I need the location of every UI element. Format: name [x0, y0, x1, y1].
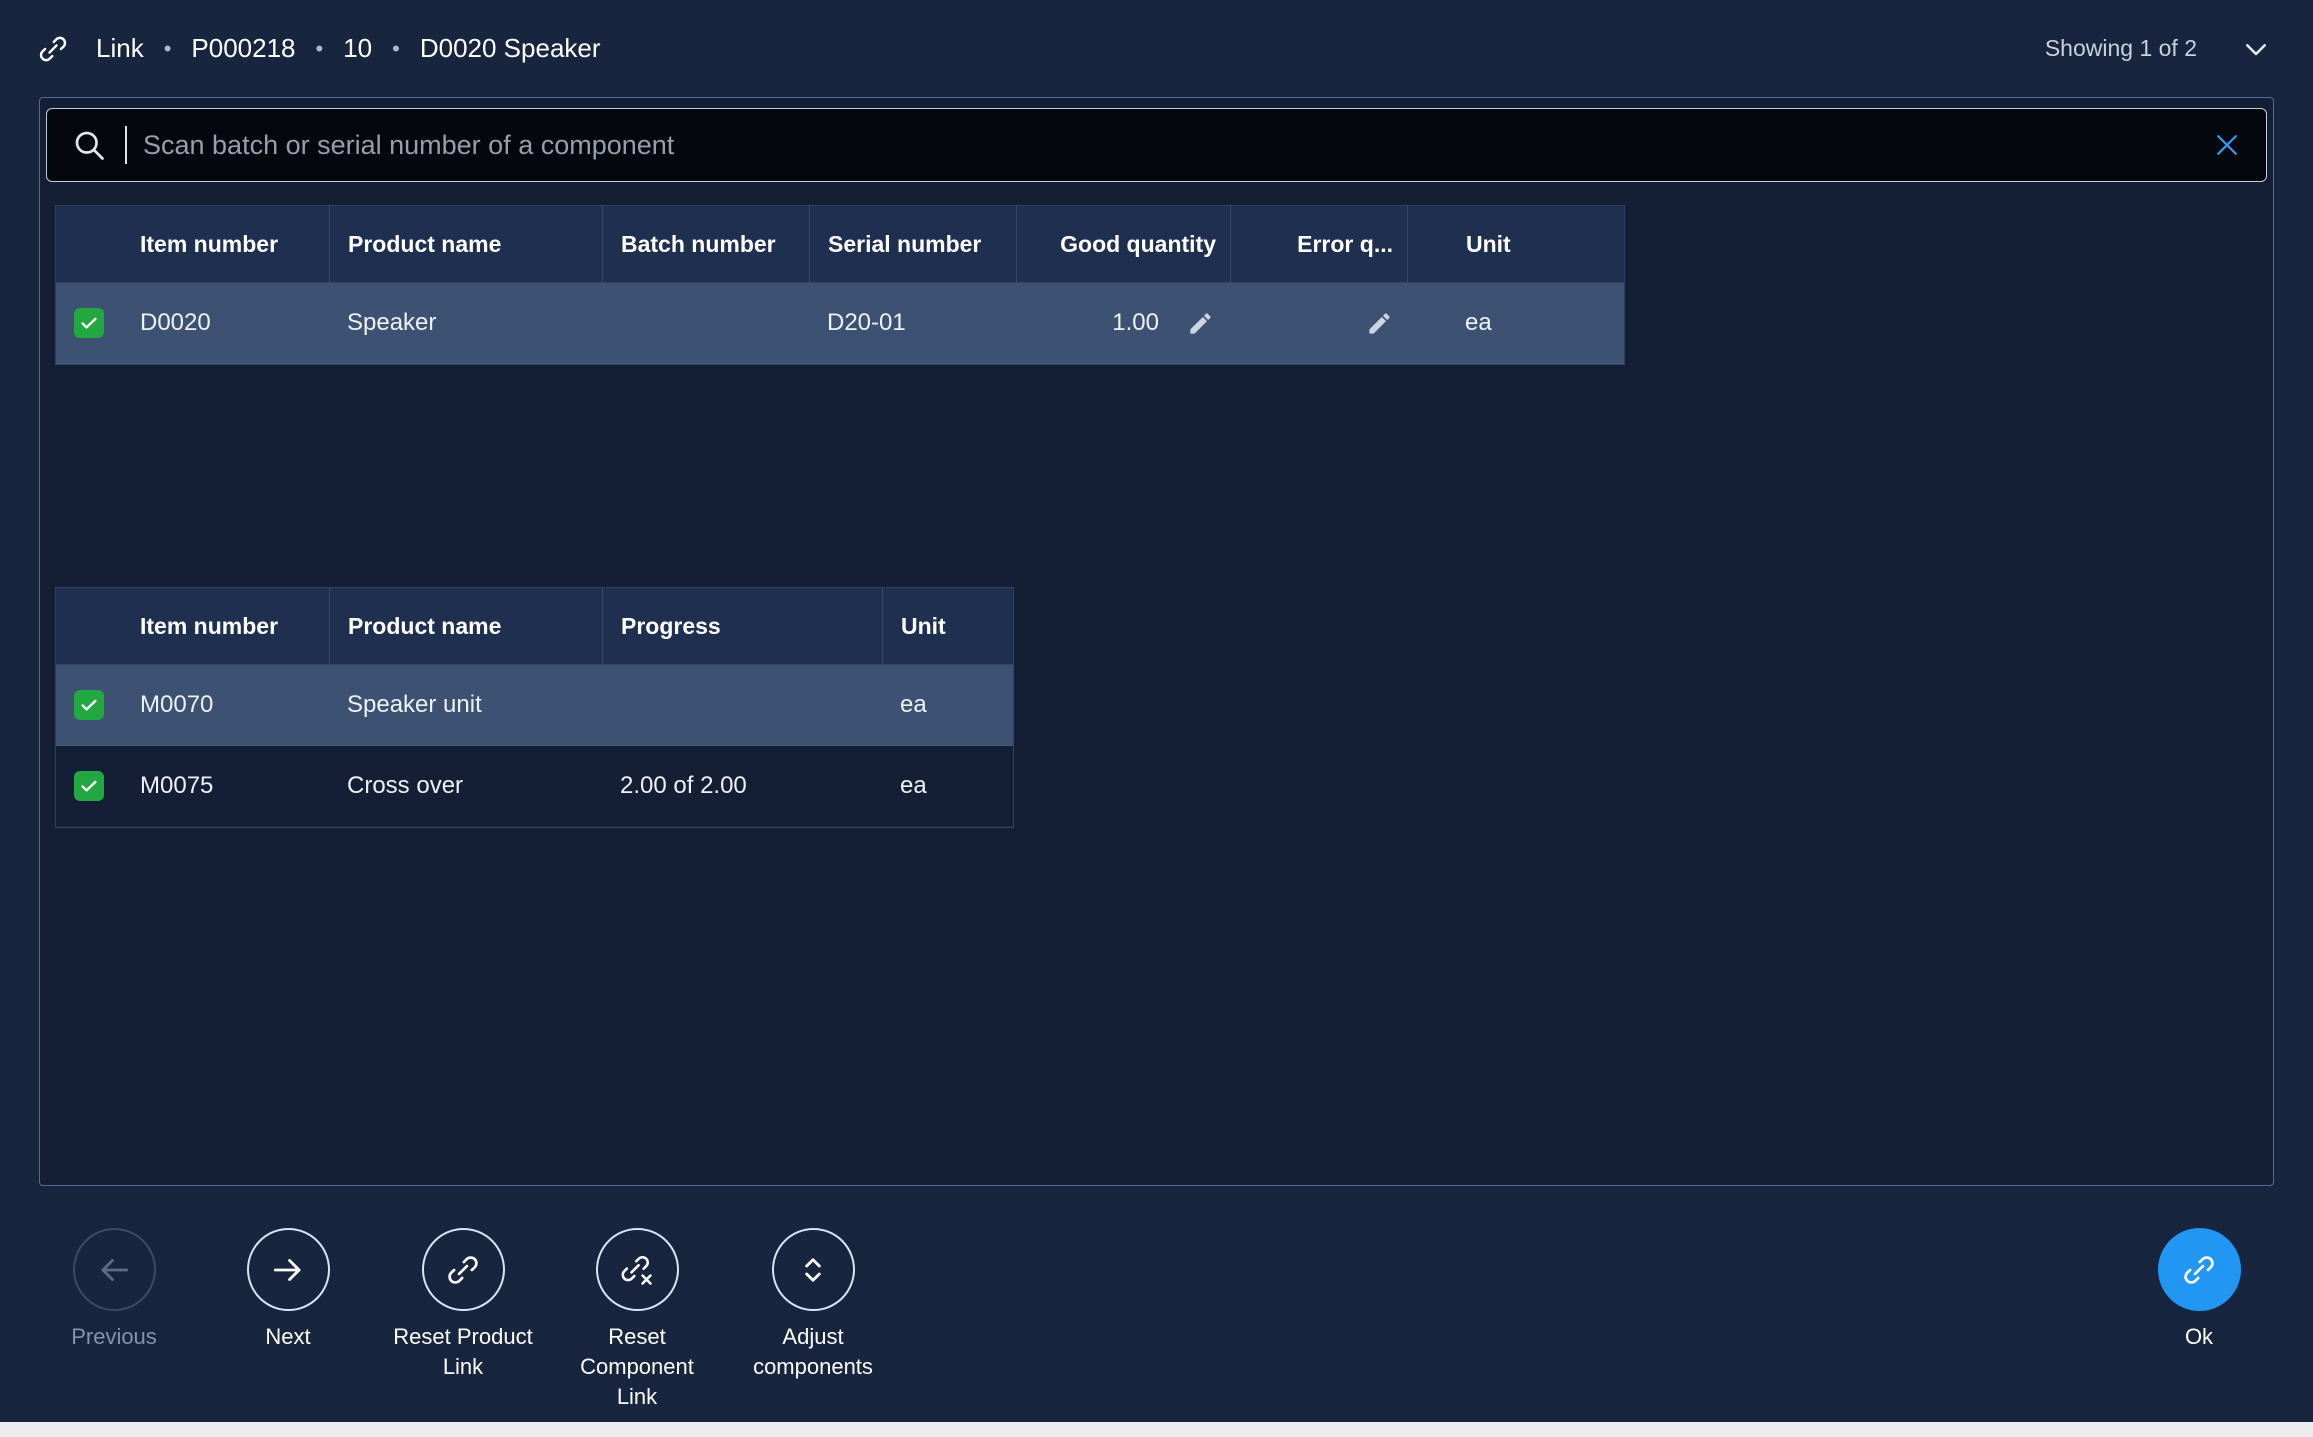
link-icon: [2180, 1251, 2218, 1289]
cell-item-number: D0020: [122, 283, 329, 363]
cell-error-quantity: [1230, 283, 1407, 363]
cell-product-name: Speaker unit: [329, 665, 602, 745]
operation-number: 10: [343, 33, 372, 64]
cell-item-number: M0070: [122, 665, 329, 745]
header-checkbox-spacer: [56, 588, 122, 664]
component-row[interactable]: M0075 Cross over 2.00 of 2.00 ea: [56, 746, 1013, 827]
ok-button[interactable]: Ok: [2119, 1228, 2279, 1352]
cell-batch-number: [602, 283, 809, 363]
arrow-left-icon: [95, 1251, 133, 1289]
column-header-serial-number: Serial number: [809, 206, 1016, 282]
cell-product-name: Speaker: [329, 283, 602, 363]
column-header-product-name: Product name: [329, 588, 602, 664]
chevron-down-icon[interactable]: [2241, 34, 2271, 64]
good-quantity-value: 1.00: [1112, 309, 1159, 337]
row-checkbox[interactable]: [74, 308, 104, 338]
column-header-progress: Progress: [602, 588, 882, 664]
checkbox-cell: [56, 746, 122, 826]
column-header-unit: Unit: [1407, 206, 1624, 282]
cell-unit: ea: [882, 746, 1013, 826]
column-header-item-number: Item number: [122, 588, 329, 664]
cell-unit: ea: [1407, 283, 1624, 363]
search-icon: [71, 127, 107, 163]
component-row[interactable]: M0070 Speaker unit ea: [56, 665, 1013, 746]
chevron-up-down-icon: [794, 1251, 832, 1289]
adjust-components-circle: [772, 1228, 855, 1311]
column-header-error-quantity: Error q...: [1230, 206, 1407, 282]
column-header-good-quantity: Good quantity: [1016, 206, 1230, 282]
search-input[interactable]: [143, 130, 2190, 161]
main-panel: Item number Product name Batch number Se…: [39, 97, 2274, 1186]
window-bottom-edge: [0, 1422, 2313, 1437]
search-bar: [46, 108, 2267, 182]
arrow-right-icon: [269, 1251, 307, 1289]
components-table: Item number Product name Progress Unit M…: [55, 587, 1014, 828]
next-button-label: Next: [265, 1322, 310, 1352]
adjust-components-label: Adjust components: [728, 1322, 898, 1382]
close-icon[interactable]: [2212, 130, 2242, 160]
reset-product-link-circle: [422, 1228, 505, 1311]
ok-button-circle: [2158, 1228, 2241, 1311]
link-remove-icon: [618, 1251, 656, 1289]
header: Link • P000218 • 10 • D0020 Speaker Show…: [0, 0, 2313, 97]
reset-product-link-label: Reset Product Link: [388, 1322, 538, 1382]
product-row[interactable]: D0020 Speaker D20-01 1.00 ea: [56, 283, 1624, 364]
cell-unit: ea: [882, 665, 1013, 745]
cell-item-number: M0075: [122, 746, 329, 826]
checkbox-cell: [56, 665, 122, 745]
edit-good-quantity-icon[interactable]: [1187, 310, 1214, 337]
link-icon: [36, 32, 70, 66]
production-order-number: P000218: [191, 33, 295, 64]
link-icon: [444, 1251, 482, 1289]
cell-progress: 2.00 of 2.00: [602, 746, 882, 826]
showing-count: Showing 1 of 2: [2045, 35, 2197, 62]
separator-dot: •: [316, 36, 324, 62]
breadcrumb: Link • P000218 • 10 • D0020 Speaker: [36, 32, 601, 66]
reset-component-link-label: Reset Component Link: [562, 1322, 712, 1412]
cell-serial-number: D20-01: [809, 283, 1016, 363]
reset-component-link-button[interactable]: Reset Component Link: [562, 1228, 712, 1412]
previous-button-circle: [73, 1228, 156, 1311]
row-checkbox[interactable]: [74, 771, 104, 801]
header-right: Showing 1 of 2: [2045, 34, 2271, 64]
products-table-header: Item number Product name Batch number Se…: [56, 206, 1624, 283]
cell-progress: [602, 665, 882, 745]
ok-button-label: Ok: [2185, 1322, 2213, 1352]
header-checkbox-spacer: [56, 206, 122, 282]
row-checkbox[interactable]: [74, 690, 104, 720]
adjust-components-button[interactable]: Adjust components: [728, 1228, 898, 1382]
previous-button[interactable]: Previous: [34, 1228, 194, 1352]
product-title: D0020 Speaker: [420, 33, 601, 64]
reset-product-link-button[interactable]: Reset Product Link: [388, 1228, 538, 1382]
view-mode-label: Link: [96, 33, 144, 64]
separator-dot: •: [164, 36, 172, 62]
products-table: Item number Product name Batch number Se…: [55, 205, 1625, 365]
next-button-circle: [247, 1228, 330, 1311]
column-header-product-name: Product name: [329, 206, 602, 282]
edit-error-quantity-icon[interactable]: [1366, 310, 1393, 337]
next-button[interactable]: Next: [208, 1228, 368, 1352]
components-table-header: Item number Product name Progress Unit: [56, 588, 1013, 665]
checkbox-cell: [56, 283, 122, 363]
reset-component-link-circle: [596, 1228, 679, 1311]
column-header-batch-number: Batch number: [602, 206, 809, 282]
cell-good-quantity: 1.00: [1016, 283, 1230, 363]
column-header-unit: Unit: [882, 588, 1013, 664]
cell-product-name: Cross over: [329, 746, 602, 826]
previous-button-label: Previous: [71, 1322, 157, 1352]
column-header-item-number: Item number: [122, 206, 329, 282]
separator-dot: •: [392, 36, 400, 62]
text-cursor: [125, 126, 127, 164]
